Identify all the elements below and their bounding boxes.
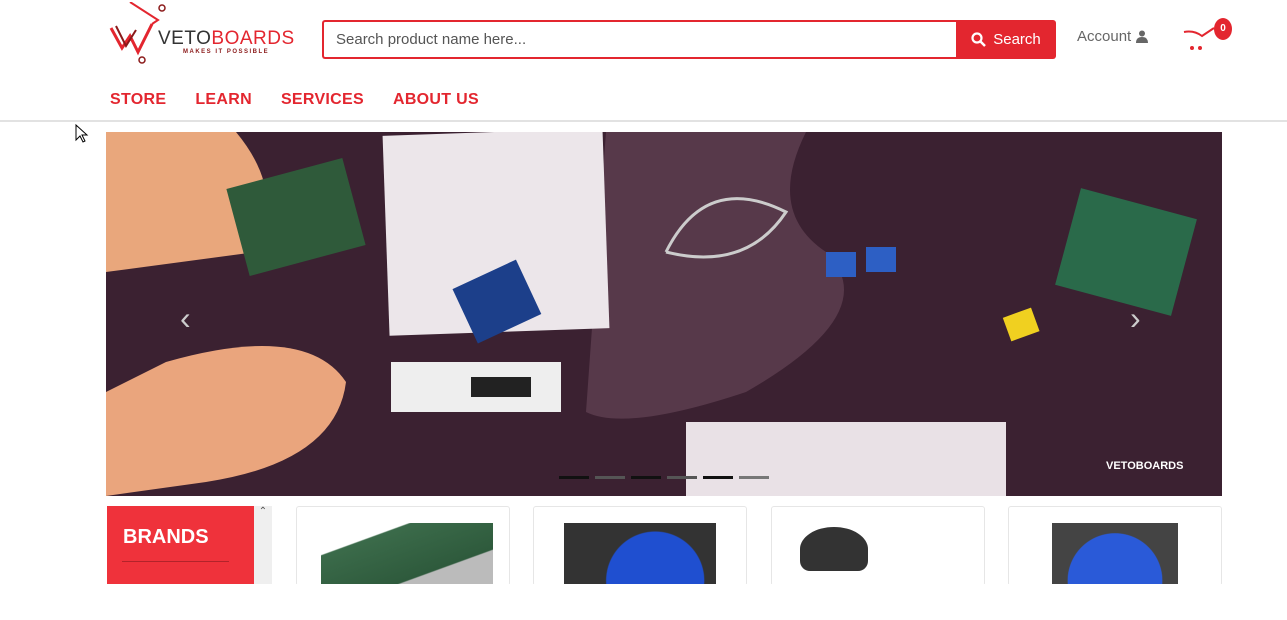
carousel-dot-5[interactable] <box>703 476 733 479</box>
nav-services[interactable]: SERVICES <box>281 91 364 109</box>
logo-tagline: MAKES IT POSSIBLE <box>183 49 270 55</box>
carousel-indicators <box>559 476 769 479</box>
search-input[interactable] <box>322 20 956 59</box>
carousel-watermark: VETOBOARDS <box>1106 460 1184 472</box>
carousel-dot-1[interactable] <box>559 476 589 479</box>
viewport-bottom <box>0 584 1287 620</box>
search-bar: Search <box>322 20 1056 59</box>
carousel-next-arrow[interactable]: › <box>1130 300 1141 337</box>
cart-count-badge: 0 <box>1214 18 1232 40</box>
hero-slide-image <box>106 132 1222 496</box>
logo-wordmark: VETOBOARDS <box>158 28 295 49</box>
product-card[interactable] <box>533 506 747 586</box>
nav-store[interactable]: STORE <box>110 91 166 109</box>
hero-carousel[interactable]: VETOBOARDS <box>106 132 1222 496</box>
brands-title: BRANDS <box>123 526 209 548</box>
header-divider <box>0 120 1287 122</box>
product-card[interactable] <box>296 506 510 586</box>
account-link[interactable]: Account <box>1077 28 1149 45</box>
carousel-dot-2[interactable] <box>595 476 625 479</box>
user-icon <box>1136 30 1149 43</box>
product-card[interactable] <box>1008 506 1222 586</box>
search-button[interactable]: Search <box>956 20 1056 59</box>
nav-about-us[interactable]: ABOUT US <box>393 91 479 109</box>
account-label: Account <box>1077 28 1132 45</box>
logo[interactable]: VETOBOARDS MAKES IT POSSIBLE <box>108 2 303 64</box>
main-nav: STORE LEARN SERVICES ABOUT US <box>110 91 479 109</box>
blue-sensor-board-image <box>564 523 716 586</box>
cart-button[interactable]: 0 <box>1182 18 1234 54</box>
scroll-up-icon[interactable]: ⌃ <box>259 506 267 517</box>
carousel-prev-arrow[interactable]: ‹ <box>180 300 191 337</box>
brands-panel: BRANDS <box>107 506 254 584</box>
carousel-dot-3[interactable] <box>631 476 661 479</box>
search-button-label: Search <box>993 31 1041 48</box>
blue-module-board-image <box>1052 523 1178 586</box>
product-card[interactable] <box>771 506 985 586</box>
raspberry-pi-board-image <box>321 523 493 586</box>
carousel-dot-6[interactable] <box>739 476 769 479</box>
mouse-cursor-icon <box>75 124 89 143</box>
nav-learn[interactable]: LEARN <box>195 91 252 109</box>
transistor-image <box>800 527 868 571</box>
brands-divider <box>122 561 229 562</box>
search-icon <box>971 32 987 47</box>
brands-scrollbar[interactable]: ⌃ <box>254 506 272 584</box>
carousel-dot-4[interactable] <box>667 476 697 479</box>
